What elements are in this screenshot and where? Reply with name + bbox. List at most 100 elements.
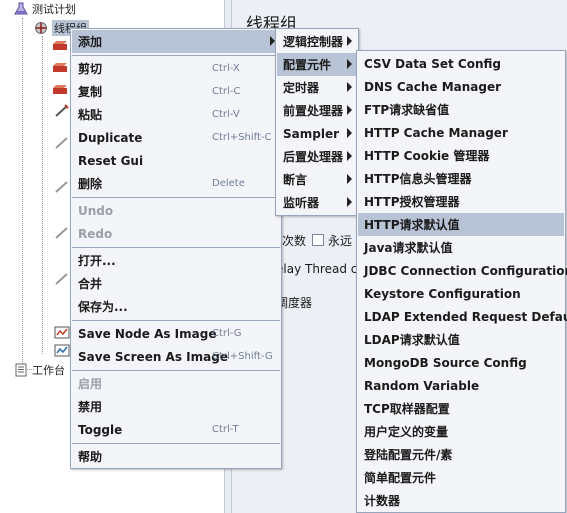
thread-group-icon — [34, 21, 48, 35]
menu-item-merge[interactable]: 合并 — [72, 272, 280, 295]
menu-item-counter[interactable]: 计数器 — [358, 489, 564, 512]
menu-item-tcp-sampler-config[interactable]: TCP取样器配置 — [358, 397, 564, 420]
menu-item-ldap-extended[interactable]: LDAP Extended Request Defaults — [358, 305, 567, 328]
menu-item-login-config[interactable]: 登陆配置元件/素 — [358, 443, 564, 466]
assertion-icon — [54, 180, 70, 197]
menu-item-save-as[interactable]: 保存为... — [72, 295, 280, 318]
menu-item-duplicate[interactable]: Duplicate Ctrl+Shift-C — [72, 126, 280, 149]
menu-item-label: 用户定义的变量 — [364, 425, 449, 439]
tree-item-workbench[interactable]: 工作台 — [14, 361, 65, 379]
workbench-icon — [14, 363, 28, 377]
menu-shortcut: Ctrl-C — [212, 86, 241, 97]
assertion-icon — [54, 136, 70, 153]
menu-shortcut: Ctrl-G — [212, 328, 242, 339]
assertion-icon — [54, 104, 70, 121]
menu-item-open[interactable]: 打开... — [72, 249, 280, 272]
menu-item-label: MongoDB Source Config — [364, 355, 527, 370]
submenu-arrow-icon — [347, 82, 352, 92]
menu-item-label: HTTP Cookie 管理器 — [364, 149, 490, 163]
menu-item-assertion[interactable]: 断言 — [277, 168, 357, 191]
menu-item-label: 启用 — [78, 377, 103, 391]
menu-item-ldap-defaults[interactable]: LDAP请求默认值 — [358, 328, 564, 351]
menu-item-toggle[interactable]: Toggle Ctrl-T — [72, 418, 280, 441]
menu-item-enable[interactable]: 启用 — [72, 372, 280, 395]
menu-item-random-variable[interactable]: Random Variable — [358, 374, 564, 397]
menu-separator — [72, 370, 280, 371]
submenu-arrow-icon — [347, 105, 352, 115]
menu-shortcut: Ctrl+Shift-G — [212, 351, 273, 362]
menu-item-undo[interactable]: Undo — [72, 199, 280, 222]
menu-item-jdbc-connection[interactable]: JDBC Connection Configuration — [358, 259, 567, 282]
assertion-icon — [54, 272, 70, 289]
menu-item-java-defaults[interactable]: Java请求默认值 — [358, 236, 564, 259]
forever-checkbox[interactable] — [312, 234, 324, 246]
menu-item-cut[interactable]: 剪切 Ctrl-X — [72, 57, 280, 80]
menu-item-sampler[interactable]: Sampler — [277, 122, 357, 145]
menu-item-http-auth[interactable]: HTTP授权管理器 — [358, 190, 564, 213]
menu-item-label: 计数器 — [364, 494, 401, 508]
menu-item-label: HTTP授权管理器 — [364, 195, 460, 209]
menu-item-http-cache[interactable]: HTTP Cache Manager — [358, 121, 564, 144]
menu-item-save-screen-image[interactable]: Save Screen As Image Ctrl+Shift-G — [72, 345, 280, 368]
tree-guide-line — [22, 18, 23, 370]
menu-item-simple-config[interactable]: 简单配置元件 — [358, 466, 564, 489]
menu-item-mongodb-config[interactable]: MongoDB Source Config — [358, 351, 564, 374]
forever-label: 永远 — [328, 234, 353, 248]
menu-item-label: HTTP信息头管理器 — [364, 172, 472, 186]
tree-item-test-plan[interactable]: 测试计划 — [14, 0, 76, 18]
submenu-arrow-icon — [347, 59, 352, 69]
menu-separator — [72, 320, 280, 321]
menu-separator — [72, 443, 280, 444]
menu-item-label: Duplicate — [78, 130, 143, 145]
menu-item-label: DNS Cache Manager — [364, 79, 502, 94]
menu-item-label: Sampler — [283, 126, 340, 141]
menu-item-csv-data-set[interactable]: CSV Data Set Config — [358, 52, 564, 75]
menu-item-ftp-defaults[interactable]: FTP请求缺省值 — [358, 98, 564, 121]
menu-item-label: 帮助 — [78, 450, 103, 464]
menu-item-copy[interactable]: 复制 Ctrl-C — [72, 80, 280, 103]
menu-item-http-cookie[interactable]: HTTP Cookie 管理器 — [358, 144, 564, 167]
menu-item-label: 剪切 — [78, 62, 103, 76]
menu-item-http-header[interactable]: HTTP信息头管理器 — [358, 167, 564, 190]
add-submenu: 逻辑控制器 配置元件 定时器 前置处理器 Sampler 后置处理器 断言 监听… — [275, 28, 359, 216]
menu-item-keystore[interactable]: Keystore Configuration — [358, 282, 564, 305]
menu-item-http-request-defaults[interactable]: HTTP请求默认值 — [358, 213, 564, 236]
menu-item-user-variables[interactable]: 用户定义的变量 — [358, 420, 564, 443]
tree-item-label: 测试计划 — [32, 3, 76, 16]
menu-item-label: 合并 — [78, 277, 103, 291]
menu-item-logic-controller[interactable]: 逻辑控制器 — [277, 30, 357, 53]
menu-item-label: 配置元件 — [283, 58, 332, 72]
menu-item-help[interactable]: 帮助 — [72, 445, 280, 468]
menu-item-dns-cache[interactable]: DNS Cache Manager — [358, 75, 564, 98]
sampler-icon — [52, 40, 68, 57]
menu-item-label: 添加 — [78, 35, 103, 49]
menu-item-label: LDAP Extended Request Defaults — [364, 309, 567, 324]
menu-item-reset-gui[interactable]: Reset Gui — [72, 149, 280, 172]
submenu-arrow-icon — [347, 36, 352, 46]
menu-item-label: 粘贴 — [78, 108, 103, 122]
menu-item-post-processor[interactable]: 后置处理器 — [277, 145, 357, 168]
menu-item-save-node-image[interactable]: Save Node As Image Ctrl-G — [72, 322, 280, 345]
menu-item-timer[interactable]: 定时器 — [277, 76, 357, 99]
menu-item-delete[interactable]: 删除 Delete — [72, 172, 280, 195]
menu-item-add[interactable]: 添加 — [72, 30, 280, 53]
menu-item-label: 复制 — [78, 85, 103, 99]
menu-item-paste[interactable]: 粘贴 Ctrl-V — [72, 103, 280, 126]
tree-guide-line — [42, 36, 43, 354]
menu-separator — [72, 197, 280, 198]
listener-icon — [54, 326, 70, 343]
menu-item-label: 简单配置元件 — [364, 471, 437, 485]
menu-item-label: Undo — [78, 203, 114, 218]
menu-item-label: 打开... — [78, 254, 116, 268]
menu-item-pre-processor[interactable]: 前置处理器 — [277, 99, 357, 122]
menu-item-label: HTTP请求默认值 — [364, 218, 460, 232]
menu-item-config-element[interactable]: 配置元件 — [277, 53, 357, 76]
menu-item-label: Keystore Configuration — [364, 286, 521, 301]
menu-item-redo[interactable]: Redo — [72, 222, 280, 245]
menu-item-label: LDAP请求默认值 — [364, 333, 460, 347]
menu-item-label: 逻辑控制器 — [283, 35, 344, 49]
menu-item-label: Reset Gui — [78, 153, 144, 168]
menu-item-label: 断言 — [283, 173, 308, 187]
menu-item-listener[interactable]: 监听器 — [277, 191, 357, 214]
menu-item-disable[interactable]: 禁用 — [72, 395, 280, 418]
